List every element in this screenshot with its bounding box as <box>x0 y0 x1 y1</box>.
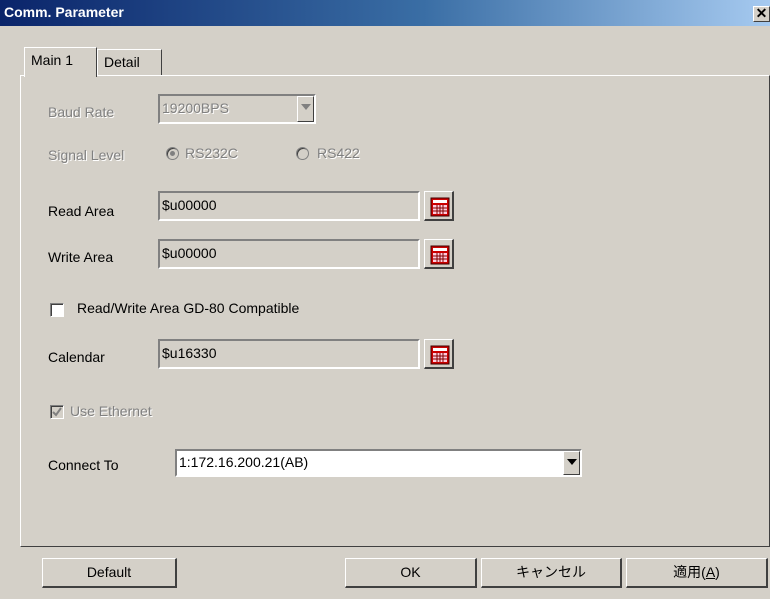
gd80-compatible-label: Read/Write Area GD-80 Compatible <box>77 300 300 316</box>
radio-rs232c-label: RS232C <box>185 145 238 161</box>
baud-rate-label: Baud Rate <box>48 104 115 120</box>
radio-rs232c[interactable] <box>166 147 179 160</box>
use-ethernet-label: Use Ethernet <box>70 403 152 419</box>
connect-to-select[interactable]: 1:172.16.200.21(AB) <box>175 449 582 477</box>
calendar-icon <box>430 245 450 265</box>
use-ethernet-checkbox[interactable] <box>50 405 64 419</box>
radio-rs422[interactable] <box>296 147 309 160</box>
apply-shortcut-key: A <box>705 564 716 580</box>
apply-label-prefix: 適用( <box>673 564 706 580</box>
calendar-icon <box>430 345 450 365</box>
connect-to-label: Connect To <box>48 457 119 473</box>
calendar-value: $u16330 <box>162 345 217 361</box>
calendar-field[interactable]: $u16330 <box>158 339 420 369</box>
baud-rate-value: 19200BPS <box>162 100 229 116</box>
write-area-value: $u00000 <box>162 245 217 261</box>
window-title: Comm. Parameter <box>4 4 124 20</box>
check-icon <box>52 407 62 417</box>
baud-rate-dropdown-button[interactable] <box>297 96 314 122</box>
calendar-picker-button[interactable] <box>424 339 454 369</box>
write-area-field[interactable]: $u00000 <box>158 239 420 269</box>
write-area-calendar-button[interactable] <box>424 239 454 269</box>
write-area-label: Write Area <box>48 249 114 265</box>
read-area-field[interactable]: $u00000 <box>158 191 420 221</box>
apply-button[interactable]: 適用(A) <box>626 558 768 588</box>
tab-detail[interactable]: Detail <box>97 49 162 75</box>
calendar-label: Calendar <box>48 349 105 365</box>
read-area-label: Read Area <box>48 203 115 219</box>
tab-main-1[interactable]: Main 1 <box>24 47 97 77</box>
close-icon: ✕ <box>755 5 768 21</box>
apply-label-suffix: ) <box>715 564 720 580</box>
default-button[interactable]: Default <box>42 558 177 588</box>
connect-to-dropdown-button[interactable] <box>563 451 580 475</box>
chevron-down-icon <box>301 104 311 110</box>
radio-selected-dot <box>170 151 175 156</box>
connect-to-value: 1:172.16.200.21(AB) <box>179 454 309 470</box>
read-area-calendar-button[interactable] <box>424 191 454 221</box>
gd80-compatible-checkbox[interactable] <box>50 303 64 317</box>
chevron-down-icon <box>567 459 577 465</box>
radio-rs422-label: RS422 <box>317 145 360 161</box>
title-bar: Comm. Parameter ✕ <box>0 0 770 26</box>
calendar-icon <box>430 197 450 217</box>
cancel-button[interactable]: キャンセル <box>481 558 622 588</box>
read-area-value: $u00000 <box>162 197 217 213</box>
baud-rate-select[interactable]: 19200BPS <box>158 94 316 124</box>
close-button[interactable]: ✕ <box>753 6 770 22</box>
ok-button[interactable]: OK <box>345 558 477 588</box>
signal-level-label: Signal Level <box>48 147 125 163</box>
